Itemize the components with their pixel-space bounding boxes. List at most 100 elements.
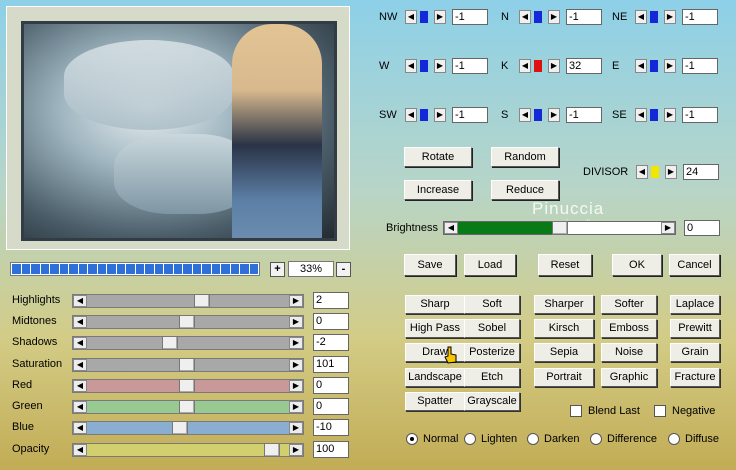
filter-spatter-button[interactable]: Spatter — [405, 392, 465, 411]
kernel-input[interactable]: -1 — [682, 9, 718, 25]
blend-last-checkbox[interactable] — [570, 405, 582, 417]
left-arrow-icon[interactable]: ◀ — [73, 316, 87, 328]
slider-value[interactable]: -2 — [313, 334, 349, 351]
filter-posterize-button[interactable]: Posterize — [464, 343, 520, 362]
mode-normal-radio[interactable] — [406, 433, 418, 445]
slider-track[interactable]: ◀ ▶ — [72, 336, 304, 350]
filter-sharper-button[interactable]: Sharper — [534, 295, 594, 314]
right-arrow-icon[interactable]: ▶ — [664, 59, 676, 73]
slider-track[interactable]: ◀ ▶ — [72, 315, 304, 329]
mode-lighten-radio[interactable] — [464, 433, 476, 445]
slider-value[interactable]: 0 — [313, 313, 349, 330]
right-arrow-icon[interactable]: ▶ — [289, 380, 303, 392]
slider-value[interactable]: 2 — [313, 292, 349, 309]
slider-value[interactable]: 100 — [313, 441, 349, 458]
mode-darken-radio[interactable] — [527, 433, 539, 445]
slider-thumb[interactable] — [179, 400, 195, 414]
filter-soft-button[interactable]: Soft — [464, 295, 520, 314]
divisor-left-arrow-icon[interactable]: ◀ — [636, 165, 648, 179]
kernel-spinner[interactable]: ◀ ▶ — [519, 59, 563, 73]
reset-button[interactable]: Reset — [538, 254, 592, 276]
slider-track[interactable]: ◀ ▶ — [72, 443, 304, 457]
random-button[interactable]: Random — [491, 147, 559, 167]
left-arrow-icon[interactable]: ◀ — [405, 10, 417, 24]
filter-softer-button[interactable]: Softer — [601, 295, 657, 314]
brightness-right-arrow-icon[interactable]: ▶ — [661, 222, 675, 234]
slider-value[interactable]: 101 — [313, 356, 349, 373]
filter-sepia-button[interactable]: Sepia — [534, 343, 594, 362]
left-arrow-icon[interactable]: ◀ — [635, 108, 647, 122]
slider-track[interactable]: ◀ ▶ — [72, 358, 304, 372]
left-arrow-icon[interactable]: ◀ — [519, 59, 531, 73]
kernel-input[interactable]: -1 — [566, 107, 602, 123]
filter-grain-button[interactable]: Grain — [670, 343, 720, 362]
kernel-spinner[interactable]: ◀ ▶ — [405, 59, 449, 73]
right-arrow-icon[interactable]: ▶ — [289, 337, 303, 349]
slider-track[interactable]: ◀ ▶ — [72, 379, 304, 393]
zoom-in-button[interactable]: + — [270, 262, 285, 277]
right-arrow-icon[interactable]: ▶ — [548, 59, 560, 73]
zoom-out-button[interactable]: - — [336, 262, 351, 277]
slider-thumb[interactable] — [179, 315, 195, 329]
slider-thumb[interactable] — [179, 358, 195, 372]
kernel-spinner[interactable]: ◀ ▶ — [519, 108, 563, 122]
left-arrow-icon[interactable]: ◀ — [73, 422, 87, 434]
ok-button[interactable]: OK — [612, 254, 662, 276]
mode-difference-radio[interactable] — [590, 433, 602, 445]
filter-graphic-button[interactable]: Graphic — [601, 368, 657, 387]
slider-track[interactable]: ◀ ▶ — [72, 421, 304, 435]
filter-laplace-button[interactable]: Laplace — [670, 295, 720, 314]
left-arrow-icon[interactable]: ◀ — [519, 10, 531, 24]
kernel-input[interactable]: -1 — [566, 9, 602, 25]
reduce-button[interactable]: Reduce — [491, 180, 559, 200]
right-arrow-icon[interactable]: ▶ — [664, 108, 676, 122]
left-arrow-icon[interactable]: ◀ — [73, 337, 87, 349]
right-arrow-icon[interactable]: ▶ — [548, 108, 560, 122]
filter-fracture-button[interactable]: Fracture — [670, 368, 720, 387]
right-arrow-icon[interactable]: ▶ — [289, 316, 303, 328]
kernel-spinner[interactable]: ◀ ▶ — [635, 108, 679, 122]
filter-etch-button[interactable]: Etch — [464, 368, 520, 387]
brightness-slider[interactable]: ◀ ▶ — [443, 221, 676, 235]
kernel-input[interactable]: -1 — [452, 58, 488, 74]
right-arrow-icon[interactable]: ▶ — [289, 295, 303, 307]
brightness-input[interactable]: 0 — [684, 220, 720, 236]
left-arrow-icon[interactable]: ◀ — [635, 10, 647, 24]
filter-landscape-button[interactable]: Landscape — [405, 368, 465, 387]
filter-high-pass-button[interactable]: High Pass — [405, 319, 465, 338]
filter-kirsch-button[interactable]: Kirsch — [534, 319, 594, 338]
slider-thumb[interactable] — [162, 336, 179, 350]
left-arrow-icon[interactable]: ◀ — [635, 59, 647, 73]
right-arrow-icon[interactable]: ▶ — [289, 422, 303, 434]
left-arrow-icon[interactable]: ◀ — [519, 108, 531, 122]
right-arrow-icon[interactable]: ▶ — [289, 359, 303, 371]
load-button[interactable]: Load — [464, 254, 516, 276]
right-arrow-icon[interactable]: ▶ — [289, 444, 303, 456]
left-arrow-icon[interactable]: ◀ — [73, 401, 87, 413]
filter-emboss-button[interactable]: Emboss — [601, 319, 657, 338]
kernel-spinner[interactable]: ◀ ▶ — [519, 10, 563, 24]
kernel-input[interactable]: -1 — [452, 107, 488, 123]
kernel-input[interactable]: -1 — [682, 107, 718, 123]
increase-button[interactable]: Increase — [404, 180, 472, 200]
rotate-button[interactable]: Rotate — [404, 147, 472, 167]
kernel-input[interactable]: -1 — [682, 58, 718, 74]
slider-value[interactable]: 0 — [313, 377, 349, 394]
right-arrow-icon[interactable]: ▶ — [664, 10, 676, 24]
slider-thumb[interactable] — [179, 379, 195, 393]
divisor-input[interactable]: 24 — [683, 164, 719, 180]
save-button[interactable]: Save — [404, 254, 456, 276]
right-arrow-icon[interactable]: ▶ — [548, 10, 560, 24]
kernel-spinner[interactable]: ◀ ▶ — [405, 108, 449, 122]
cancel-button[interactable]: Cancel — [669, 254, 720, 276]
brightness-thumb[interactable] — [552, 221, 568, 235]
kernel-spinner[interactable]: ◀ ▶ — [405, 10, 449, 24]
right-arrow-icon[interactable]: ▶ — [434, 10, 446, 24]
slider-thumb[interactable] — [193, 294, 210, 308]
divisor-spinner[interactable]: ◀ ▶ — [636, 165, 680, 179]
divisor-right-arrow-icon[interactable]: ▶ — [665, 165, 677, 179]
slider-value[interactable]: -10 — [313, 419, 349, 436]
left-arrow-icon[interactable]: ◀ — [405, 108, 417, 122]
kernel-input[interactable]: 32 — [566, 58, 602, 74]
filter-sobel-button[interactable]: Sobel — [464, 319, 520, 338]
